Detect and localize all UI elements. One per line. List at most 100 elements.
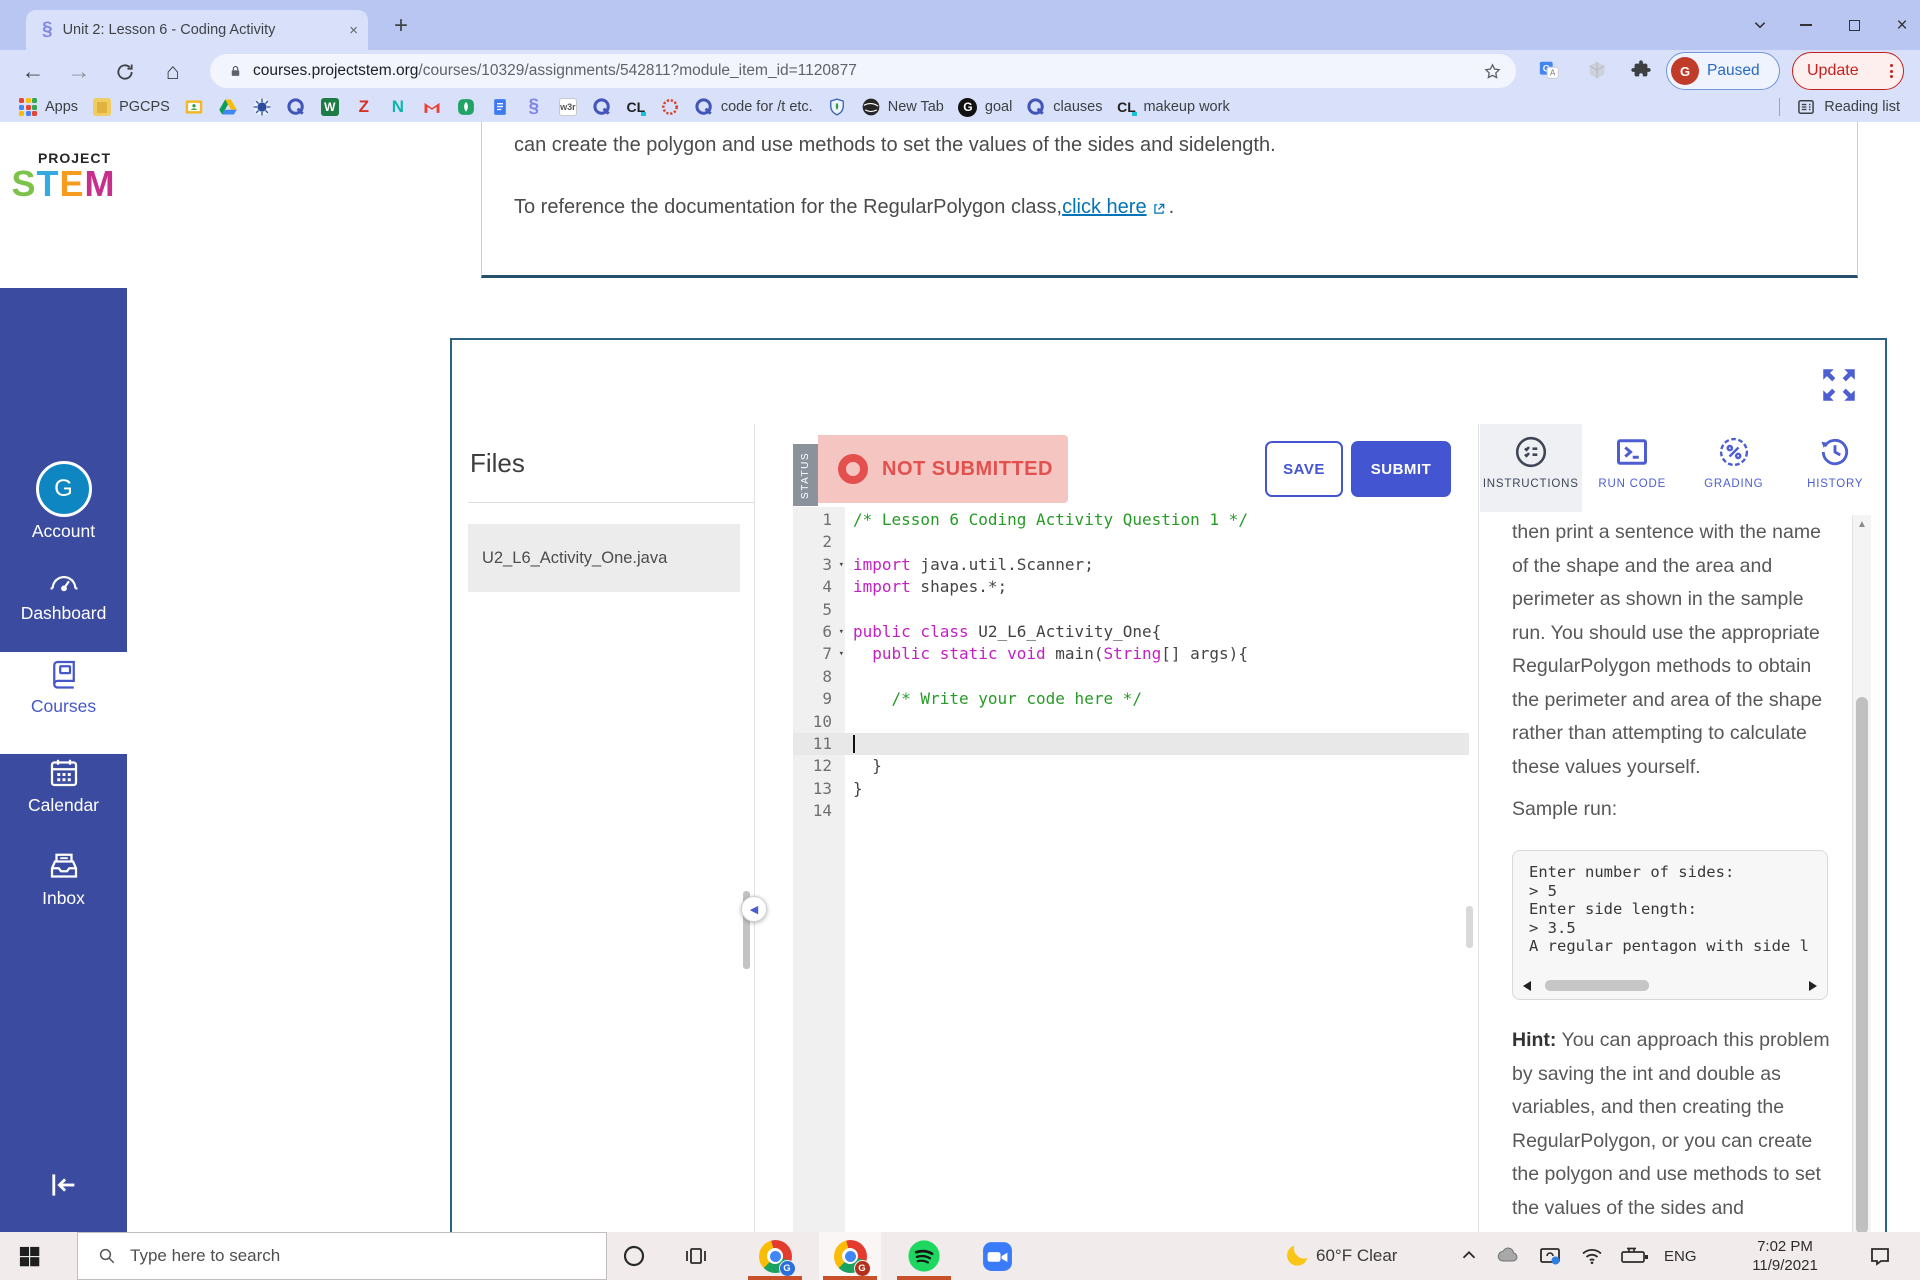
sidebar-item-account[interactable]: GAccount [0, 457, 127, 557]
project-stem-logo[interactable]: PROJECT STEM [0, 150, 127, 202]
taskbar-app-spotify[interactable] [893, 1232, 955, 1280]
fold-arrow-icon[interactable]: ▾ [839, 621, 844, 643]
minimize-button[interactable] [1794, 14, 1818, 36]
bookmark-teal-n-icon[interactable]: N [388, 95, 408, 119]
code-line-10[interactable]: 10 [793, 711, 1469, 733]
bookmark-blue-doc-icon[interactable] [490, 95, 510, 119]
code-line-2[interactable]: 2 [793, 531, 1469, 553]
action-center-icon[interactable] [1868, 1244, 1892, 1268]
extensions-puzzle-icon[interactable] [1630, 59, 1652, 81]
save-button[interactable]: SAVE [1265, 441, 1343, 497]
bookmark-green-w-icon[interactable]: W [320, 95, 340, 119]
sidebar-item-inbox[interactable]: Inbox [0, 844, 127, 924]
new-tab-button[interactable]: + [388, 12, 414, 40]
address-bar[interactable]: courses.projectstem.org/courses/10329/as… [210, 54, 1516, 88]
code-line-8[interactable]: 8 [793, 666, 1469, 688]
bookmark-contact-badge-icon[interactable] [184, 95, 204, 119]
bookmark-makeup-work[interactable]: CLmakeup work [1116, 95, 1229, 119]
tab-search-icon[interactable] [1748, 14, 1772, 36]
code-line-11[interactable]: 11 [793, 733, 1469, 755]
wireless-display-icon[interactable] [1538, 1244, 1562, 1268]
instructions-scrollbar-thumb[interactable] [1856, 697, 1868, 1234]
update-chrome-button[interactable]: Update [1792, 52, 1904, 90]
bookmark-goal[interactable]: Ggoal [958, 95, 1012, 119]
taskbar-clock[interactable]: 7:02 PM 11/9/2021 [1726, 1237, 1844, 1275]
code-line-5[interactable]: 5 [793, 599, 1469, 621]
documentation-link[interactable]: click here [1062, 196, 1146, 219]
bookmark-drive-icon[interactable] [218, 95, 238, 119]
profile-sync-paused-button[interactable]: G Paused [1666, 52, 1780, 90]
onedrive-cloud-icon[interactable] [1496, 1244, 1520, 1268]
bookmark-quizlet-icon[interactable] [286, 95, 306, 119]
code-line-4[interactable]: 4import shapes.*; [793, 576, 1469, 598]
code-line-6[interactable]: 6▾public class U2_L6_Activity_One{ [793, 621, 1469, 643]
submit-button[interactable]: SUBMIT [1351, 441, 1451, 497]
bookmark-star-icon[interactable] [1483, 62, 1502, 81]
maximize-button[interactable] [1842, 14, 1866, 36]
bookmark-w3r-icon[interactable]: w3r [558, 95, 578, 119]
instructions-scrollbar[interactable]: ▲ [1852, 515, 1871, 1238]
code-line-7[interactable]: 7▾ public static void main(String[] args… [793, 643, 1469, 665]
battery-plug-icon[interactable] [1620, 1244, 1650, 1268]
wifi-icon[interactable] [1580, 1244, 1604, 1268]
bookmark-new-tab[interactable]: New Tab [861, 95, 944, 119]
code-line-3[interactable]: 3▾import java.util.Scanner; [793, 554, 1469, 576]
weather-moon-icon[interactable] [1282, 1243, 1308, 1269]
tab-run-code[interactable]: RUN CODE [1582, 424, 1684, 512]
tab-history[interactable]: HISTORY [1785, 424, 1887, 512]
bookmark-cl-icon[interactable]: CL [626, 95, 646, 119]
scroll-up-icon[interactable]: ▲ [1853, 519, 1871, 530]
scroll-left-icon[interactable] [1523, 981, 1531, 991]
taskbar-app-zoom[interactable] [966, 1232, 1028, 1280]
start-button-icon[interactable] [18, 1245, 41, 1268]
bookmark-helm-icon[interactable] [252, 95, 272, 119]
sidebar-item-dashboard[interactable]: Dashboard [0, 561, 127, 641]
code-line-13[interactable]: 13} [793, 778, 1469, 800]
translate-icon[interactable]: GA [1538, 59, 1560, 81]
bookmark-section-icon[interactable]: § [524, 95, 544, 119]
browser-tab[interactable]: § Unit 2: Lesson 6 - Coding Activity × [26, 10, 368, 50]
scroll-thumb[interactable] [1545, 980, 1649, 991]
reload-icon[interactable] [110, 59, 140, 82]
tray-chevron-up-icon[interactable] [1458, 1244, 1480, 1266]
file-item[interactable]: U2_L6_Activity_One.java [468, 524, 740, 592]
taskbar-search-input[interactable]: Type here to search [77, 1232, 607, 1280]
browser-menu-icon[interactable] [1890, 64, 1893, 78]
bookmark-green-leaf-icon[interactable] [456, 95, 476, 119]
bookmark-quizlet-icon[interactable] [592, 95, 612, 119]
taskbar-app-chrome-profile-1[interactable]: G [744, 1232, 806, 1280]
fullscreen-expand-icon[interactable] [1818, 364, 1860, 406]
forward-icon[interactable]: → [64, 58, 94, 84]
bookmark-pgcps[interactable]: PGCPS [92, 95, 170, 119]
fold-arrow-icon[interactable]: ▾ [839, 554, 844, 576]
bookmark-gmail-icon[interactable] [422, 95, 442, 119]
taskbar-weather[interactable]: 60°F Clear [1316, 1232, 1397, 1280]
taskbar-app-chrome-profile-2[interactable]: G [819, 1232, 881, 1280]
back-icon[interactable]: ← [18, 58, 48, 84]
reading-list-icon[interactable] [1796, 97, 1816, 117]
sidebar-item-calendar[interactable]: Calendar [0, 751, 127, 831]
bookmark-red-z-icon[interactable]: Z [354, 95, 374, 119]
sidebar-item-courses[interactable]: Courses [0, 652, 127, 754]
tab-instructions[interactable]: INSTRUCTIONS [1480, 424, 1582, 512]
code-line-12[interactable]: 12 } [793, 755, 1469, 777]
sidebar-collapse-icon[interactable] [46, 1168, 82, 1202]
bookmark-code-for-t-etc-[interactable]: code for /t etc. [694, 95, 813, 119]
cortana-icon[interactable] [622, 1244, 646, 1268]
bookmark-clauses[interactable]: clauses [1026, 95, 1102, 119]
bookmark-shield-icon[interactable] [827, 95, 847, 119]
code-line-9[interactable]: 9 /* Write your code here */ [793, 688, 1469, 710]
reading-list-label[interactable]: Reading list [1824, 99, 1900, 115]
bookmark-canvas-icon[interactable] [660, 95, 680, 119]
home-icon[interactable]: ⌂ [158, 58, 188, 84]
bookmark-apps[interactable]: Apps [18, 95, 78, 119]
task-view-icon[interactable] [684, 1244, 708, 1268]
sample-horizontal-scrollbar[interactable] [1521, 979, 1819, 993]
scroll-right-icon[interactable] [1809, 981, 1817, 991]
extension-cube-icon[interactable] [1586, 59, 1608, 81]
fold-arrow-icon[interactable]: ▾ [839, 643, 844, 665]
code-line-1[interactable]: 1/* Lesson 6 Coding Activity Question 1 … [793, 509, 1469, 531]
code-line-14[interactable]: 14 [793, 800, 1469, 822]
taskbar-language[interactable]: ENG [1664, 1232, 1697, 1280]
panel-collapse-button[interactable]: ◀ [741, 896, 767, 922]
